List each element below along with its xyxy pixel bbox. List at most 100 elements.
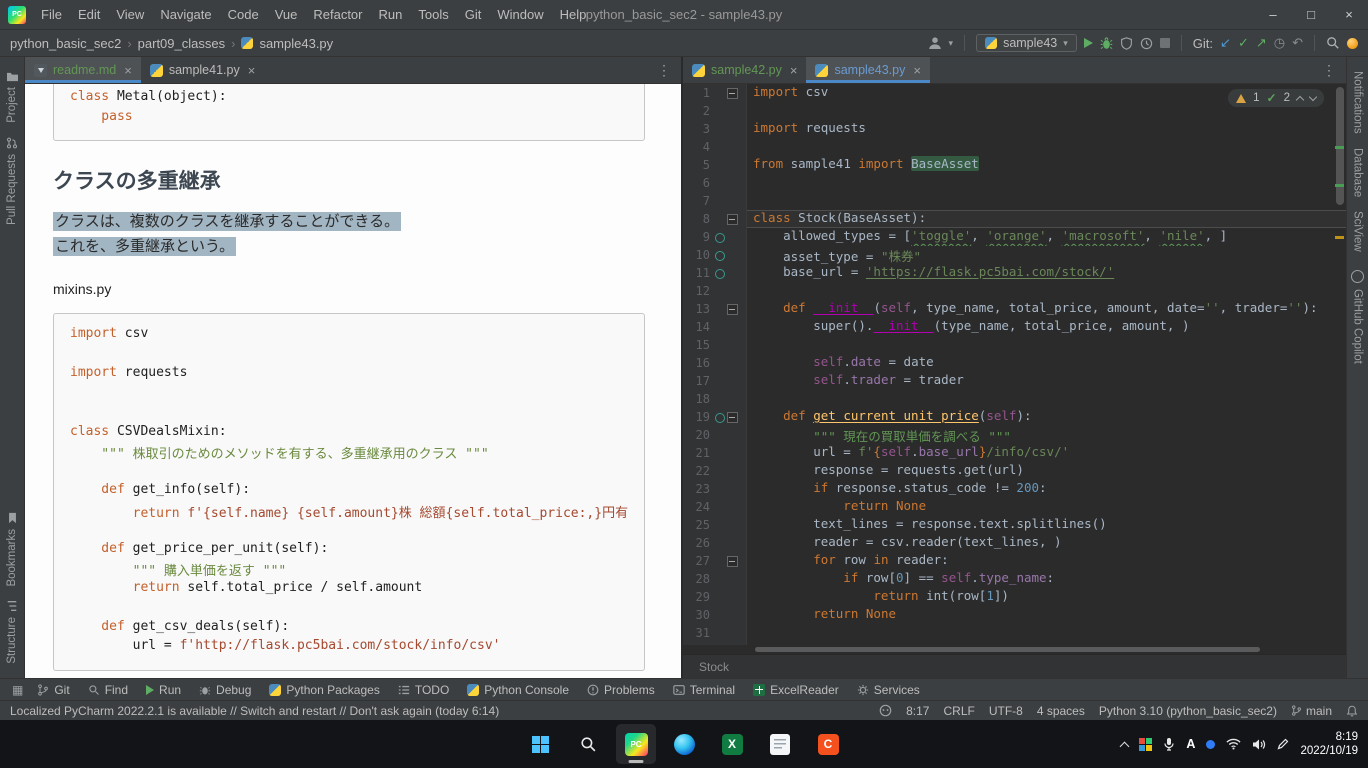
editor-gutter[interactable]: 23 — [683, 480, 747, 498]
editor-gutter[interactable]: 10 — [683, 246, 747, 264]
code-text[interactable]: return None — [747, 606, 1346, 624]
editor-gutter[interactable]: 17 — [683, 372, 747, 390]
line-number[interactable]: 24 — [683, 500, 713, 514]
editor-gutter[interactable]: 24 — [683, 498, 747, 516]
rollback-icon[interactable]: ↶ — [1292, 35, 1303, 51]
taskbar-notepad-button[interactable] — [760, 724, 800, 764]
toolwindow-switcher-icon[interactable]: ▦ — [8, 683, 27, 697]
line-number[interactable]: 18 — [683, 392, 713, 406]
code-text[interactable]: def get_current_unit_price(self): — [747, 408, 1346, 426]
code-text[interactable]: base_url = 'https://flask.pc5bai.com/sto… — [747, 264, 1346, 282]
code-text[interactable]: allowed_types = ['toggle', 'orange', 'ma… — [747, 228, 1346, 246]
toolwindow-find[interactable]: Find — [80, 679, 136, 700]
editor-line-3[interactable]: 3import requests — [683, 120, 1346, 138]
git-update-icon[interactable]: ↙ — [1220, 35, 1231, 51]
breadcrumb-project[interactable]: python_basic_sec2 — [10, 36, 121, 51]
code-text[interactable] — [747, 138, 1346, 156]
editor-line-8[interactable]: 8 class Stock(BaseAsset): — [683, 210, 1346, 228]
menu-file[interactable]: File — [34, 3, 69, 26]
next-problem-icon[interactable] — [1309, 92, 1317, 100]
breadcrumb-file[interactable]: sample43.py — [259, 36, 333, 51]
line-number[interactable]: 13 — [683, 302, 713, 316]
editor-line-28[interactable]: 28 if row[0] == self.type_name: — [683, 570, 1346, 588]
editor-line-7[interactable]: 7 — [683, 192, 1346, 210]
editor-line-18[interactable]: 18 — [683, 390, 1346, 408]
copilot-status-icon[interactable] — [879, 704, 892, 717]
status-message[interactable]: Localized PyCharm 2022.2.1 is available … — [10, 704, 879, 718]
taskbar-clock[interactable]: 8:19 2022/10/19 — [1300, 730, 1358, 758]
editor-gutter[interactable]: 9 — [683, 228, 747, 246]
editor-gutter[interactable]: 21 — [683, 444, 747, 462]
tray-status-dot[interactable] — [1206, 740, 1215, 749]
wifi-icon[interactable] — [1226, 738, 1241, 750]
line-number[interactable]: 23 — [683, 482, 713, 496]
code-text[interactable]: class Stock(BaseAsset): — [747, 210, 1346, 228]
editor-line-16[interactable]: 16 self.date = date — [683, 354, 1346, 372]
tab-sample41-py[interactable]: sample41.py × — [141, 57, 264, 83]
caret-position[interactable]: 8:17 — [906, 704, 929, 718]
toolwindow-stripe-bookmarks[interactable]: Bookmarks — [6, 512, 18, 587]
code-text[interactable]: for row in reader: — [747, 552, 1346, 570]
taskbar-search-button[interactable] — [568, 724, 608, 764]
line-number[interactable]: 15 — [683, 338, 713, 352]
editor-line-13[interactable]: 13 def __init__(self, type_name, total_p… — [683, 300, 1346, 318]
toolwindow-todo[interactable]: TODO — [390, 679, 457, 700]
editor-line-14[interactable]: 14 super().__init__(type_name, total_pri… — [683, 318, 1346, 336]
editor-line-6[interactable]: 6 — [683, 174, 1346, 192]
editor-gutter[interactable]: 15 — [683, 336, 747, 354]
toolwindow-stripe-database[interactable]: Database — [1352, 148, 1364, 197]
editor-gutter[interactable]: 16 — [683, 354, 747, 372]
line-separator[interactable]: CRLF — [943, 704, 974, 718]
close-button[interactable]: × — [1330, 0, 1368, 30]
git-history-icon[interactable]: ◷ — [1274, 35, 1285, 51]
editor-gutter[interactable]: 4 — [683, 138, 747, 156]
editor-gutter[interactable]: 30 — [683, 606, 747, 624]
editor-line-29[interactable]: 29 return int(row[1]) — [683, 588, 1346, 606]
editor-gutter[interactable]: 14 — [683, 318, 747, 336]
menu-vue[interactable]: Vue — [268, 3, 305, 26]
code-text[interactable]: url = f'{self.base_url}/info/csv/' — [747, 444, 1346, 462]
git-branch-widget[interactable]: main — [1291, 704, 1332, 718]
line-number[interactable]: 29 — [683, 590, 713, 604]
menu-window[interactable]: Window — [490, 3, 550, 26]
ime-indicator[interactable]: A — [1186, 737, 1195, 751]
pen-icon[interactable] — [1277, 738, 1289, 750]
line-number[interactable]: 10 — [683, 248, 713, 262]
line-number[interactable]: 30 — [683, 608, 713, 622]
code-text[interactable] — [747, 336, 1346, 354]
code-text[interactable]: from sample41 import BaseAsset — [747, 156, 1346, 174]
toolwindow-problems[interactable]: Problems — [579, 679, 663, 700]
close-tab-icon[interactable]: × — [248, 63, 256, 78]
git-push-icon[interactable]: ↗ — [1256, 35, 1267, 51]
previous-problem-icon[interactable] — [1296, 95, 1304, 103]
maximize-button[interactable]: □ — [1292, 0, 1330, 30]
line-number[interactable]: 21 — [683, 446, 713, 460]
editor-line-20[interactable]: 20 """ 現在の買取単価を調べる """ — [683, 426, 1346, 444]
line-number[interactable]: 27 — [683, 554, 713, 568]
override-gutter-icon[interactable] — [713, 246, 726, 264]
toolwindow-services[interactable]: Services — [849, 679, 928, 700]
line-number[interactable]: 12 — [683, 284, 713, 298]
toolwindow-stripe-pull-requests[interactable]: Pull Requests — [6, 137, 18, 225]
line-number[interactable]: 16 — [683, 356, 713, 370]
editor-line-21[interactable]: 21 url = f'{self.base_url}/info/csv/' — [683, 444, 1346, 462]
editor-breadcrumb[interactable]: Stock — [683, 654, 1346, 678]
editor-line-30[interactable]: 30 return None — [683, 606, 1346, 624]
tray-app-icon[interactable] — [1139, 738, 1152, 751]
line-number[interactable]: 17 — [683, 374, 713, 388]
editor-gutter[interactable]: 6 — [683, 174, 747, 192]
line-number[interactable]: 11 — [683, 266, 713, 280]
line-number[interactable]: 26 — [683, 536, 713, 550]
tab-readme-md[interactable]: readme.md × — [25, 57, 141, 83]
line-number[interactable]: 8 — [683, 212, 713, 226]
vertical-scrollbar[interactable] — [1333, 84, 1346, 645]
editor-gutter[interactable]: 7 — [683, 192, 747, 210]
line-number[interactable]: 19 — [683, 410, 713, 424]
editor-line-11[interactable]: 11 base_url = 'https://flask.pc5bai.com/… — [683, 264, 1346, 282]
editor-gutter[interactable]: 11 — [683, 264, 747, 282]
debug-button[interactable] — [1100, 37, 1113, 50]
editor-line-25[interactable]: 25 text_lines = response.text.splitlines… — [683, 516, 1346, 534]
taskbar-orange-app-button[interactable]: C — [808, 724, 848, 764]
line-number[interactable]: 31 — [683, 626, 713, 640]
line-number[interactable]: 4 — [683, 140, 713, 154]
